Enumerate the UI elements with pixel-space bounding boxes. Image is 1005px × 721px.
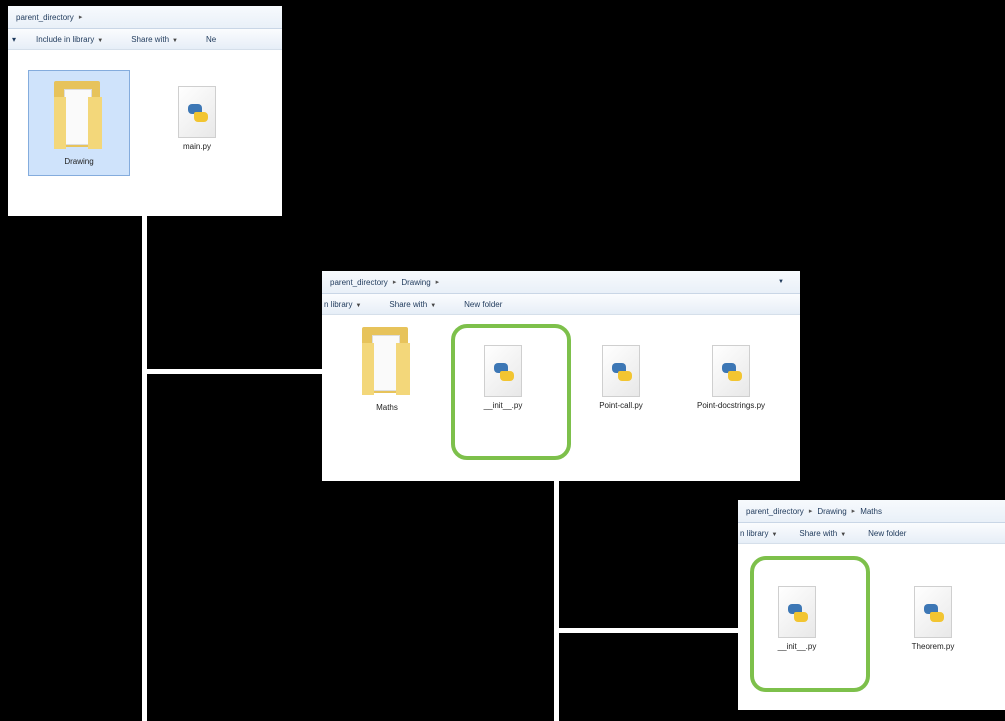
file-item-main-py[interactable]: main.py <box>158 86 236 152</box>
toolbar: n library ▼ Share with ▼ New folder <box>322 294 800 315</box>
breadcrumb-drawing[interactable]: Drawing <box>817 507 846 516</box>
address-bar[interactable]: parent_directory ▸ Drawing ▸ ▼ <box>322 271 800 294</box>
python-file-icon <box>598 345 644 397</box>
share-with-button[interactable]: Share with ▼ <box>131 35 178 44</box>
file-item-maths[interactable]: Maths <box>348 321 426 413</box>
highlight-init-py-maths <box>750 556 870 692</box>
chevron-down-icon: ▼ <box>355 302 362 309</box>
include-in-library-label: n library <box>324 299 353 309</box>
file-item-theorem-py[interactable]: Theorem.py <box>894 586 972 652</box>
tree-connector-horizontal-2 <box>554 628 738 633</box>
tree-connector-vertical-1 <box>142 216 147 721</box>
python-file-icon <box>708 345 754 397</box>
include-in-library-button[interactable]: n library ▼ <box>740 529 777 538</box>
breadcrumb-drawing[interactable]: Drawing <box>401 278 430 287</box>
new-folder-button[interactable]: Ne <box>206 35 216 44</box>
highlight-init-py-drawing <box>451 324 571 460</box>
include-in-library-label: Include in library <box>36 34 95 44</box>
breadcrumb-arrow-icon[interactable]: ▸ <box>79 13 83 21</box>
share-with-label: Share with <box>799 528 838 538</box>
tree-connector-vertical-2 <box>554 480 559 721</box>
include-in-library-label: n library <box>740 528 769 538</box>
share-with-button[interactable]: Share with ▼ <box>389 300 436 309</box>
breadcrumb-parent-directory[interactable]: parent_directory <box>330 278 388 287</box>
new-folder-button[interactable]: New folder <box>868 529 906 538</box>
breadcrumb-arrow-icon[interactable]: ▸ <box>809 507 813 515</box>
file-name: Point-docstrings.py <box>696 401 766 410</box>
tree-connector-horizontal-1 <box>142 369 324 374</box>
file-name: Maths <box>376 403 398 412</box>
tb-back-fragment: ▾ <box>12 34 17 44</box>
folder-icon <box>50 75 108 153</box>
chevron-down-icon: ▼ <box>840 531 847 538</box>
breadcrumb-parent-directory[interactable]: parent_directory <box>746 507 804 516</box>
chevron-down-icon: ▼ <box>771 531 778 538</box>
breadcrumb-parent-directory[interactable]: parent_directory <box>16 13 74 22</box>
chevron-down-icon: ▼ <box>430 302 437 309</box>
file-name: Theorem.py <box>911 642 955 651</box>
address-bar[interactable]: parent_directory ▸ <box>8 6 282 29</box>
breadcrumb-maths[interactable]: Maths <box>860 507 882 516</box>
include-in-library-button[interactable]: Include in library ▼ <box>36 35 103 44</box>
file-item-point-call-py[interactable]: Point-call.py <box>582 345 660 411</box>
file-item-drawing[interactable]: Drawing <box>28 70 130 176</box>
toolbar: n library ▼ Share with ▼ New folder <box>738 523 1005 544</box>
breadcrumb-arrow-icon[interactable]: ▸ <box>393 278 397 286</box>
share-with-button[interactable]: Share with ▼ <box>799 529 846 538</box>
breadcrumb-arrow-icon[interactable]: ▸ <box>852 507 856 515</box>
python-file-icon <box>174 86 220 138</box>
chevron-down-icon: ▼ <box>97 37 104 44</box>
new-folder-button[interactable]: New folder <box>464 300 502 309</box>
chevron-down-icon: ▼ <box>172 37 178 44</box>
address-dropdown-icon[interactable]: ▼ <box>778 279 784 285</box>
folder-icon <box>358 321 416 399</box>
explorer-window-parent-directory: parent_directory ▸ ▾ Include in library ▼… <box>8 6 282 216</box>
file-name: main.py <box>182 142 211 151</box>
include-in-library-button[interactable]: n library ▼ <box>324 300 361 309</box>
file-item-point-docstrings-py[interactable]: Point-docstrings.py <box>688 345 774 411</box>
file-name: Point-call.py <box>599 401 643 410</box>
breadcrumb-arrow-icon[interactable]: ▸ <box>436 278 440 286</box>
share-with-label: Share with <box>389 299 428 309</box>
address-bar[interactable]: parent_directory ▸ Drawing ▸ Maths <box>738 500 1005 523</box>
toolbar: ▾ Include in library ▼ Share with ▼ Ne <box>8 29 282 50</box>
python-file-icon <box>910 586 956 638</box>
file-name: Drawing <box>64 157 94 166</box>
share-with-label: Share with <box>131 34 170 44</box>
